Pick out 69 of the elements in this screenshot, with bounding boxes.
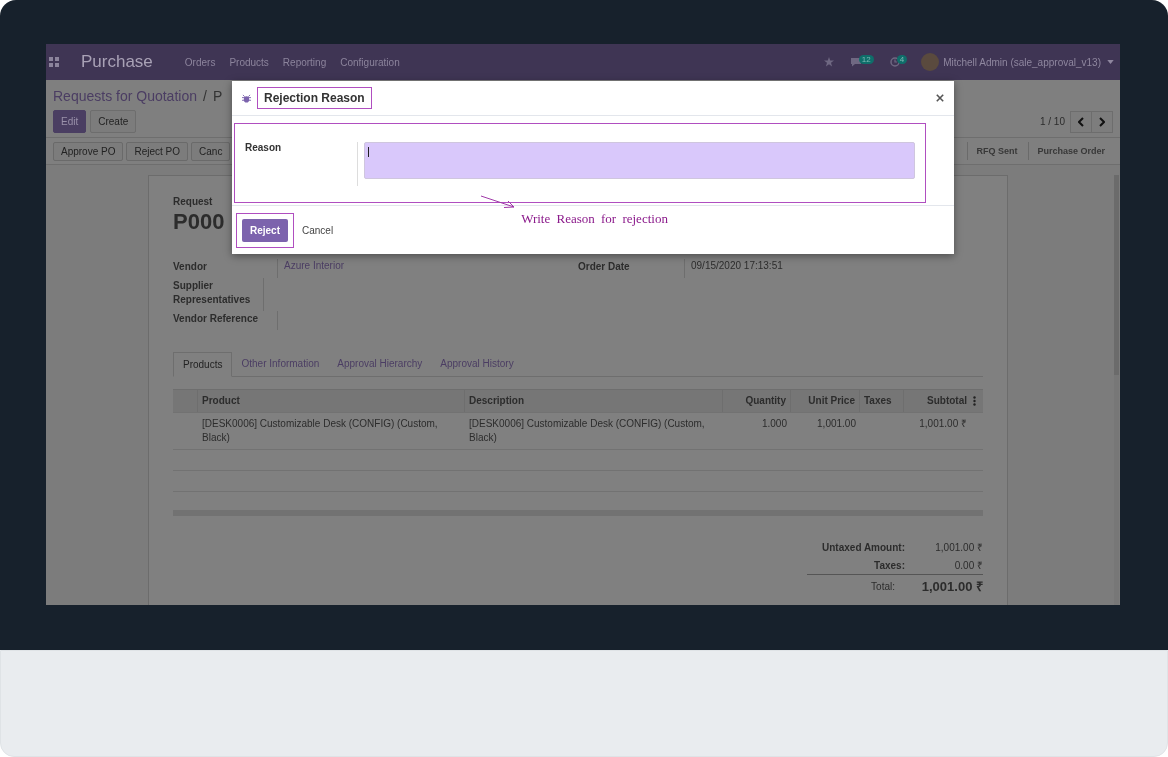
kebab-icon[interactable] bbox=[973, 396, 976, 406]
total-label: Untaxed Amount: bbox=[822, 541, 905, 553]
total-value: 1,001.00 ₹ bbox=[920, 578, 983, 595]
column-header[interactable]: Subtotal bbox=[904, 390, 971, 412]
tab[interactable]: Other Information bbox=[232, 352, 329, 376]
pager-text: 1 / 10 bbox=[1039, 116, 1065, 127]
star-icon[interactable] bbox=[823, 57, 834, 67]
clock-icon[interactable] bbox=[889, 57, 900, 67]
caret-icon[interactable] bbox=[1107, 60, 1114, 64]
table-cell: 1.000 bbox=[761, 418, 787, 429]
reject-button[interactable]: Reject bbox=[242, 218, 288, 242]
action-button[interactable]: Reject PO bbox=[126, 141, 189, 161]
scrollbar[interactable] bbox=[1114, 175, 1119, 605]
chevron-right-icon bbox=[1099, 116, 1105, 127]
action-button[interactable]: Approve PO bbox=[53, 141, 124, 161]
table-cell: 1,001.00 bbox=[817, 418, 856, 429]
avatar-circle bbox=[921, 53, 940, 71]
menu-item[interactable]: Products bbox=[229, 56, 269, 68]
field-label: Vendor Reference bbox=[173, 311, 278, 330]
breadcrumb-link[interactable]: Requests for Quotation bbox=[53, 88, 197, 104]
count-badge: 12 bbox=[858, 54, 874, 64]
create-button[interactable]: Create bbox=[90, 110, 137, 133]
field-label: Order Date bbox=[578, 259, 685, 278]
column-header[interactable]: Quantity bbox=[723, 390, 791, 412]
cancel-button[interactable]: Cancel bbox=[296, 223, 340, 237]
tab[interactable]: Approval History bbox=[431, 352, 523, 376]
count-badge: 4 bbox=[896, 54, 908, 64]
field-label: Reason bbox=[245, 142, 358, 186]
menu-item[interactable]: Orders bbox=[184, 56, 216, 68]
chat-icon[interactable] bbox=[849, 57, 862, 67]
table-cell: [DESK0006] Customizable Desk (CONFIG) (Custom, Black) bbox=[469, 418, 705, 443]
menu-item[interactable]: Configuration bbox=[340, 56, 400, 68]
field-label: Supplier Representatives bbox=[173, 278, 264, 311]
apps-grid-icon[interactable] bbox=[49, 57, 59, 67]
tab[interactable]: Approval Hierarchy bbox=[328, 352, 432, 376]
action-button[interactable]: Canc bbox=[191, 141, 231, 161]
stage-step[interactable]: RFQ Sent bbox=[967, 142, 1026, 160]
reason-field[interactable] bbox=[364, 142, 915, 179]
column-header[interactable]: Product bbox=[198, 390, 465, 412]
total-label: Total: bbox=[871, 580, 895, 592]
annotation-arrow bbox=[480, 195, 516, 209]
total-value: 1,001.00 ₹ bbox=[934, 541, 983, 554]
bug-icon[interactable] bbox=[242, 93, 251, 103]
menu-item[interactable]: Reporting bbox=[282, 56, 327, 68]
annotation-text: Write Reason for rejection bbox=[521, 211, 668, 227]
field-label: Vendor bbox=[173, 259, 278, 278]
table-cell: [DESK0006] Customizable Desk (CONFIG) (Custom, Black) bbox=[202, 418, 438, 443]
dialog-title: Rejection Reason bbox=[257, 87, 372, 109]
column-header[interactable]: Taxes bbox=[860, 390, 904, 412]
field-value: 09/15/2020 17:13:51 bbox=[691, 260, 783, 271]
column-header[interactable]: Unit Price bbox=[791, 390, 860, 412]
record-subtitle: Request bbox=[173, 196, 213, 207]
chevron-left-icon bbox=[1078, 116, 1084, 127]
total-label: Taxes: bbox=[874, 559, 905, 571]
total-value: 0.00 ₹ bbox=[953, 559, 983, 572]
vendor-link[interactable]: Azure Interior bbox=[284, 260, 345, 271]
close-icon[interactable] bbox=[936, 94, 944, 102]
table-cell: 1,001.00 ₹ bbox=[919, 418, 967, 429]
previous-button[interactable] bbox=[1070, 110, 1092, 133]
tab[interactable]: Products bbox=[173, 352, 233, 377]
breadcrumb-text: / bbox=[203, 88, 207, 104]
stage-step[interactable]: Purchase Order bbox=[1028, 142, 1113, 160]
user-menu[interactable]: Mitchell Admin (sale_approval_v13) bbox=[943, 56, 1101, 68]
edit-button[interactable]: Edit bbox=[53, 110, 87, 133]
record-name: P000 bbox=[173, 209, 225, 235]
next-button[interactable] bbox=[1091, 110, 1113, 133]
breadcrumb-text: P bbox=[212, 88, 223, 104]
column-header[interactable]: Description bbox=[465, 390, 723, 412]
app-name: Purchase bbox=[81, 52, 153, 72]
